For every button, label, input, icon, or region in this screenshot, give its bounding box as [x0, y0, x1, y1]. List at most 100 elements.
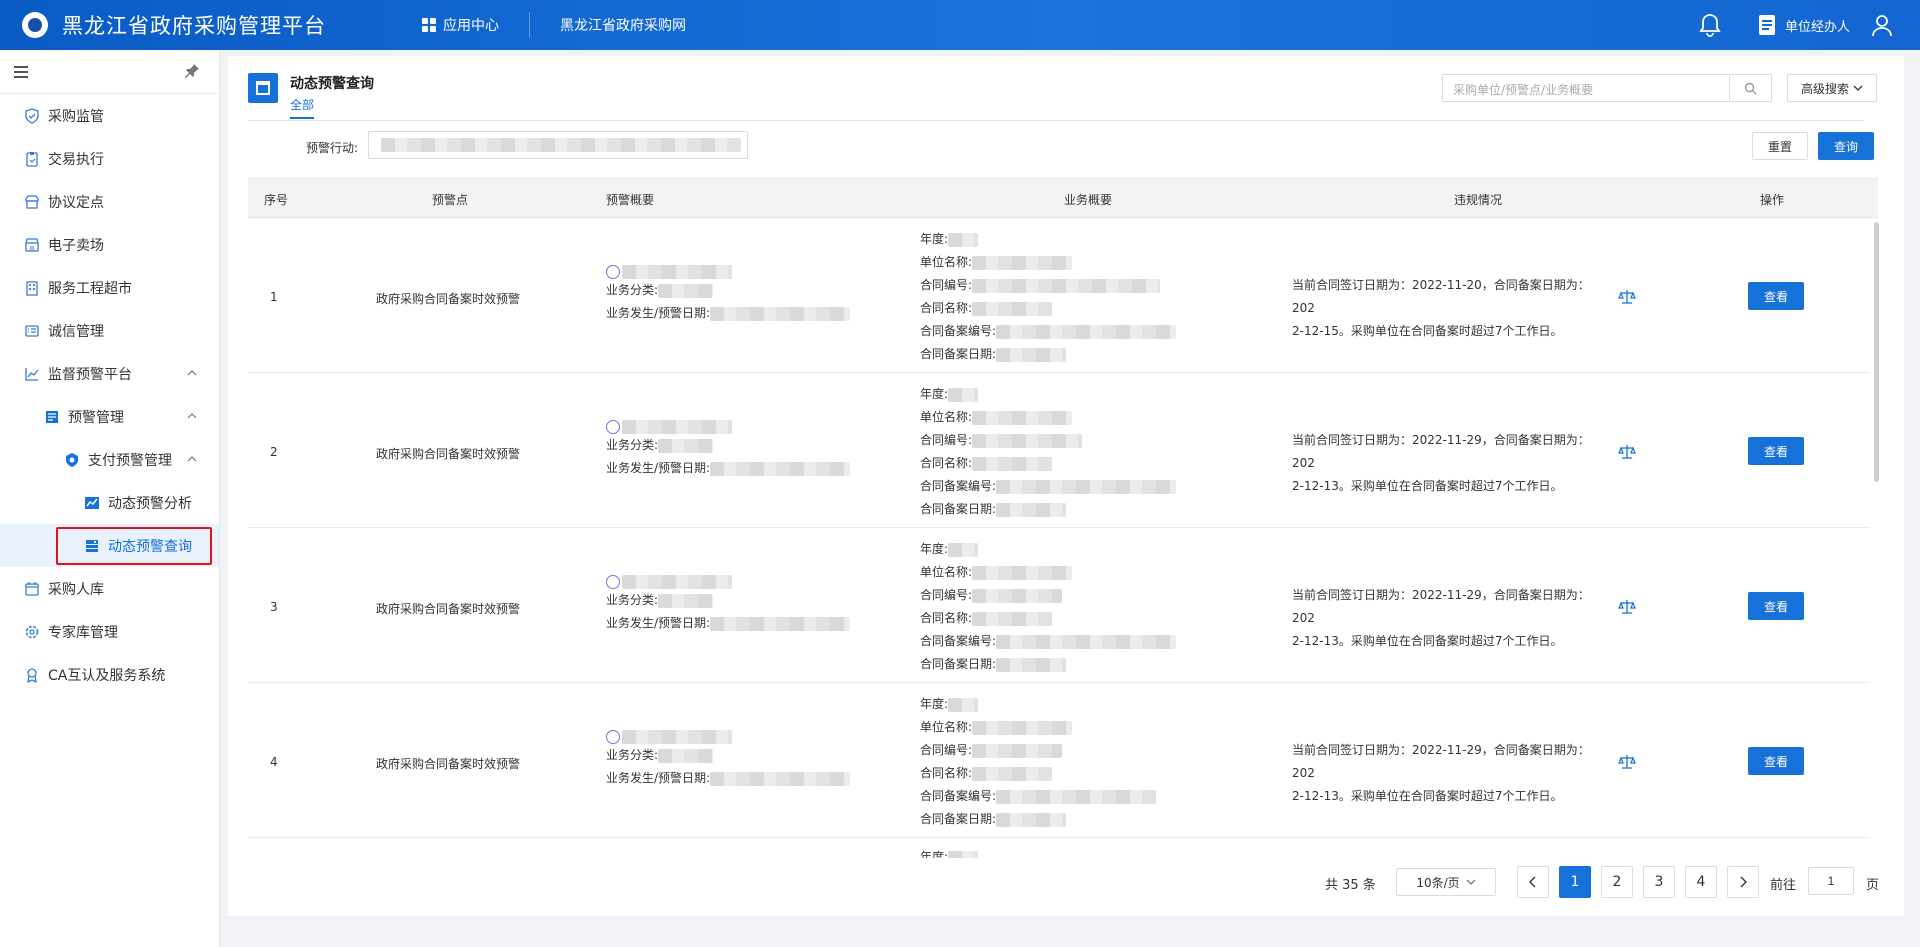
procurement-site-link[interactable]: 黑龙江省政府采购网	[560, 15, 686, 35]
redacted-value	[996, 479, 1177, 494]
page-button-2[interactable]: 2	[1601, 866, 1633, 898]
prev-page-button[interactable]	[1517, 866, 1549, 898]
user-role[interactable]: 单位经办人	[1785, 16, 1850, 35]
sidebar-item-ca-service[interactable]: CA互认及服务系统	[0, 653, 219, 696]
filing-date-label: 合同备案日期:	[920, 502, 997, 516]
violation-line: 2-12-15。采购单位在合同备案时超过7个工作日。	[1292, 324, 1563, 338]
shop-icon	[25, 237, 39, 252]
redacted-value	[996, 789, 1157, 804]
page-button-3[interactable]: 3	[1643, 866, 1675, 898]
view-button[interactable]: 查看	[1748, 437, 1804, 465]
scales-icon[interactable]	[1618, 288, 1636, 306]
row-business-summary: 年度: 单位名称: 合同编号: 合同名称: 合同备案编号: 合同备案日期:	[920, 538, 1177, 676]
col-warning-summary: 预警概要	[606, 193, 655, 207]
sidebar-item-dynamic-warning-analysis[interactable]: 动态预警分析	[0, 481, 219, 524]
redacted-value	[996, 812, 1067, 827]
calendar-icon	[25, 581, 39, 596]
sidebar-header	[0, 50, 219, 94]
sidebar-item-service-supermarket[interactable]: 服务工程超市	[0, 266, 219, 309]
filing-no-label: 合同备案编号:	[920, 324, 997, 338]
pagination-total: 共 35 条	[1325, 878, 1376, 893]
view-button[interactable]: 查看	[1748, 747, 1804, 775]
store-icon	[25, 194, 39, 209]
redacted-value	[710, 771, 851, 786]
redacted-value	[972, 766, 1053, 781]
bell-icon[interactable]	[1699, 13, 1721, 37]
sidebar-item-payment-warning-management[interactable]: 支付预警管理	[0, 438, 219, 481]
goto-page-input[interactable]	[1808, 867, 1854, 895]
biz-category-label: 业务分类:	[606, 593, 659, 607]
redacted-value	[658, 283, 714, 298]
redacted-value	[972, 611, 1053, 626]
tab-all[interactable]: 全部	[290, 96, 315, 119]
tag-icon	[606, 265, 620, 279]
filing-no-label: 合同备案编号:	[920, 479, 997, 493]
building-icon	[26, 280, 38, 296]
row-violation: 当前合同签订日期为：2022-11-29，合同备案日期为：202 2-12-13…	[1292, 429, 1612, 498]
sidebar-item-agreement-points[interactable]: 协议定点	[0, 180, 219, 223]
redacted-value	[972, 456, 1053, 471]
scales-icon[interactable]	[1618, 443, 1636, 461]
user-icon[interactable]	[1870, 13, 1894, 37]
sidebar-item-warning-management[interactable]: 预警管理	[0, 395, 219, 438]
col-action: 操作	[1760, 193, 1785, 207]
view-button[interactable]: 查看	[1748, 592, 1804, 620]
sidebar-item-credit-management[interactable]: 诚信管理	[0, 309, 219, 352]
sidebar-item-label: 电子卖场	[48, 237, 104, 254]
row-warning-point: 政府采购合同备案时效预警	[376, 757, 521, 771]
sidebar-item-supervision-warning-platform[interactable]: 监督预警平台	[0, 352, 219, 395]
page-button-4[interactable]: 4	[1685, 866, 1717, 898]
view-button[interactable]: 查看	[1748, 282, 1804, 310]
highlight-box	[56, 527, 212, 565]
sidebar-item-dynamic-warning-query[interactable]: 动态预警查询	[0, 524, 219, 567]
unit-name-label: 单位名称:	[920, 255, 973, 269]
chevron-up-icon	[187, 413, 197, 419]
apps-grid-icon	[422, 18, 436, 32]
row-violation: 当前合同签订日期为：2022-11-20，合同备案日期为：202 2-12-15…	[1292, 274, 1612, 343]
table-scrollbar[interactable]	[1874, 222, 1879, 482]
redacted-value	[658, 748, 714, 763]
sidebar-item-label: 服务工程超市	[48, 280, 132, 297]
sidebar-item-label: 监督预警平台	[48, 366, 132, 383]
redacted-value	[381, 138, 741, 152]
filing-date-label: 合同备案日期:	[920, 657, 997, 671]
biz-date-label: 业务发生/预警日期:	[606, 771, 711, 785]
sidebar-item-label: 采购监管	[48, 108, 104, 125]
query-button[interactable]: 查询	[1818, 132, 1874, 160]
page-size-select[interactable]: 10条/页	[1396, 868, 1496, 896]
sidebar-item-e-mall[interactable]: 电子卖场	[0, 223, 219, 266]
search-input[interactable]: 采购单位/预警点/业务概要	[1442, 74, 1730, 102]
page-button-1[interactable]: 1	[1559, 866, 1591, 898]
reset-button[interactable]: 重置	[1752, 132, 1808, 160]
violation-line: 2-12-13。采购单位在合同备案时超过7个工作日。	[1292, 789, 1563, 803]
advanced-search-button[interactable]: 高级搜索	[1787, 74, 1877, 102]
scales-icon[interactable]	[1618, 598, 1636, 616]
sidebar-item-trade-execution[interactable]: 交易执行	[0, 137, 219, 180]
menu-toggle-icon[interactable]	[14, 66, 28, 81]
biz-date-label: 业务发生/预警日期:	[606, 461, 711, 475]
next-page-button[interactable]	[1727, 866, 1759, 898]
warning-action-field[interactable]	[368, 131, 748, 159]
scales-icon[interactable]	[1618, 753, 1636, 771]
contract-name-label: 合同名称:	[920, 611, 973, 625]
sidebar-item-procurement-supervision[interactable]: 采购监管	[0, 94, 219, 137]
search-button[interactable]	[1730, 74, 1772, 102]
document-icon	[1758, 15, 1775, 35]
biz-category-label: 业务分类:	[606, 283, 659, 297]
redacted-value	[972, 720, 1073, 735]
redacted-value	[622, 420, 732, 434]
col-violation: 违规情况	[1454, 193, 1503, 207]
trend-chart-icon	[85, 496, 99, 509]
app-center-link[interactable]: 应用中心	[422, 15, 499, 35]
chevron-right-icon	[1740, 876, 1747, 888]
sidebar-item-label: 诚信管理	[48, 323, 104, 340]
sidebar-item-label: CA互认及服务系统	[48, 667, 166, 684]
tag-icon	[606, 420, 620, 434]
pin-icon[interactable]	[184, 63, 200, 79]
page-title: 动态预警查询	[290, 76, 374, 92]
sidebar-item-purchaser-library[interactable]: 采购人库	[0, 567, 219, 610]
sidebar-item-expert-library[interactable]: 专家库管理	[0, 610, 219, 653]
row-business-summary: 年度: 单位名称: 合同编号: 合同名称: 合同备案编号: 合同备案日期:	[920, 228, 1177, 366]
redacted-value	[622, 265, 732, 279]
redacted-value	[622, 730, 732, 744]
